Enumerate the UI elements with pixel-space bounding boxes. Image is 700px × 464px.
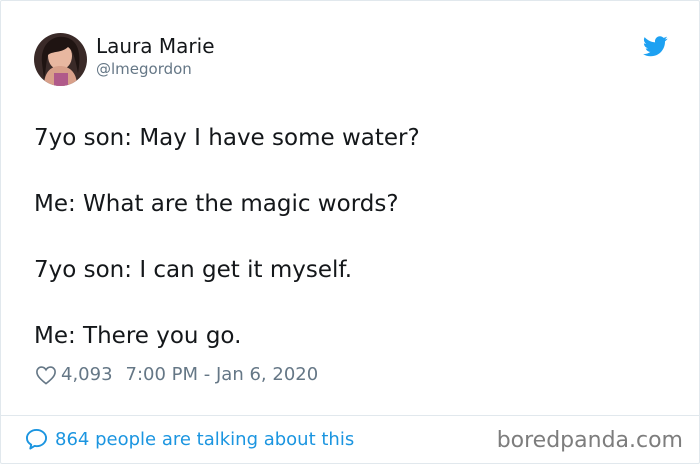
tweet-card: Laura Marie @lmegordon 7yo son: May I ha…: [0, 0, 700, 464]
speech-bubble-icon: [25, 428, 48, 450]
author-name[interactable]: Laura Marie: [96, 34, 215, 58]
heart-icon[interactable]: [35, 365, 57, 385]
tweet-line: Me: What are the magic words?: [34, 191, 399, 217]
divider: [1, 415, 699, 416]
twitter-bird-icon[interactable]: [643, 36, 668, 57]
tweet-line: Me: There you go.: [34, 323, 242, 349]
watermark: boredpanda.com: [496, 428, 683, 453]
conversation-count-label: 864 people are talking about this: [55, 428, 355, 450]
tweet-meta: 4,093 7:00 PM - Jan 6, 2020: [35, 364, 318, 385]
tweet-line: 7yo son: May I have some water?: [34, 125, 420, 151]
timestamp[interactable]: 7:00 PM - Jan 6, 2020: [126, 364, 319, 385]
tweet-text: 7yo son: May I have some water? Me: What…: [34, 122, 674, 386]
author-handle[interactable]: @lmegordon: [96, 60, 192, 78]
conversation-link[interactable]: 864 people are talking about this: [25, 428, 354, 450]
like-count[interactable]: 4,093: [61, 364, 113, 385]
avatar[interactable]: [34, 33, 87, 86]
tweet-line: 7yo son: I can get it myself.: [34, 257, 353, 283]
